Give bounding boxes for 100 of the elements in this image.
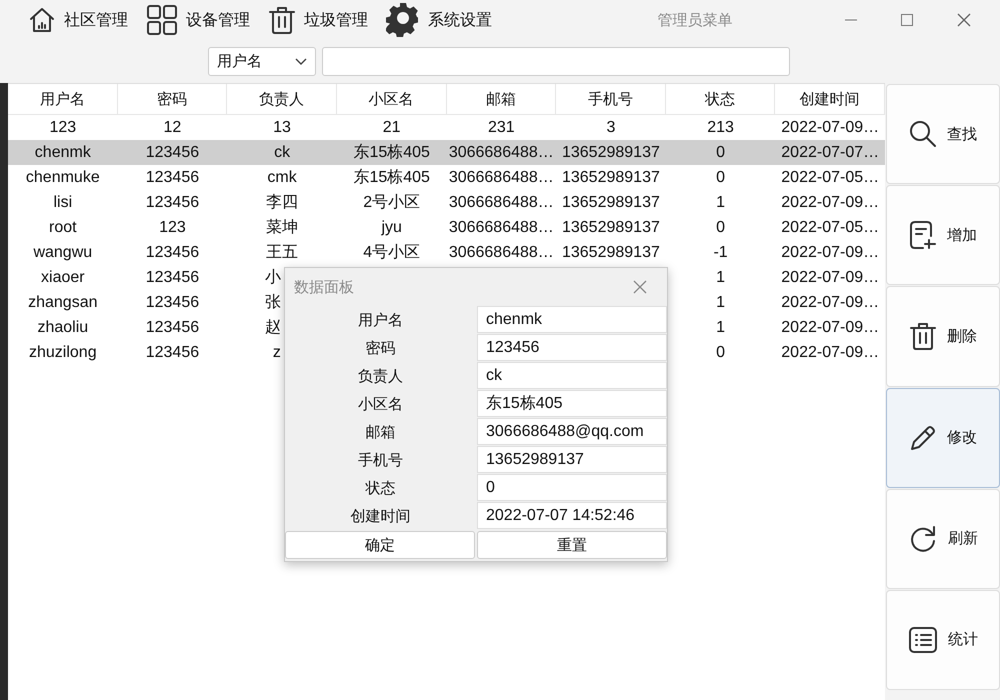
table-cell[interactable]: 东15栋405 — [336, 140, 446, 165]
table-cell[interactable]: 13652989137 — [556, 215, 666, 240]
table-cell[interactable]: 1 — [666, 265, 776, 290]
table-cell[interactable]: 3066686488… — [446, 190, 556, 215]
table-cell[interactable]: 123456 — [118, 165, 228, 190]
column-header[interactable]: 用户名 — [8, 84, 118, 114]
column-header[interactable]: 密码 — [118, 84, 228, 114]
table-cell[interactable]: zhaoliu — [8, 315, 118, 340]
table-cell[interactable]: zhangsan — [8, 290, 118, 315]
input-field[interactable]: ck — [477, 362, 667, 389]
table-cell[interactable]: -1 — [666, 240, 776, 265]
table-cell[interactable]: 123456 — [118, 340, 228, 365]
close-icon[interactable] — [957, 13, 971, 27]
table-cell[interactable]: 123456 — [118, 190, 228, 215]
table-cell[interactable]: ck — [227, 140, 337, 165]
dialog-button[interactable]: 确定 — [285, 531, 475, 559]
table-cell[interactable]: 13652989137 — [556, 165, 666, 190]
table-cell[interactable]: 3066686488… — [446, 140, 556, 165]
action-button[interactable]: 刷新 — [886, 488, 1000, 589]
table-cell[interactable]: 13652989137 — [556, 240, 666, 265]
action-button[interactable]: 查找 — [886, 84, 1000, 184]
table-cell[interactable]: 2022-07-09… — [775, 290, 885, 315]
table-cell[interactable]: chenmuke — [8, 165, 118, 190]
nav-menu-item[interactable]: 社区管理 — [28, 2, 128, 38]
input-field[interactable]: 0 — [477, 474, 667, 501]
table-cell[interactable]: 123456 — [118, 290, 228, 315]
table-cell[interactable]: 21 — [336, 115, 446, 140]
action-button[interactable]: 删除 — [886, 286, 1000, 387]
input-field[interactable]: 3066686488@qq.com — [477, 418, 667, 445]
table-cell[interactable]: 123456 — [118, 240, 228, 265]
table-cell[interactable]: 123 — [8, 115, 118, 140]
table-cell[interactable]: 2022-07-05… — [775, 165, 885, 190]
dialog-button[interactable]: 重置 — [477, 531, 667, 559]
table-cell[interactable]: 3066686488… — [446, 165, 556, 190]
nav-menu-item[interactable]: 设备管理 — [146, 2, 250, 38]
table-cell[interactable]: 13 — [227, 115, 337, 140]
table-cell[interactable]: 123456 — [118, 140, 228, 165]
close-icon[interactable] — [633, 280, 647, 294]
column-header[interactable]: 负责人 — [227, 84, 337, 114]
input-field[interactable]: 13652989137 — [477, 446, 667, 473]
table-cell[interactable]: 2022-07-09… — [775, 315, 885, 340]
table-cell[interactable]: 123 — [118, 215, 228, 240]
table-cell[interactable]: 张 — [227, 290, 281, 315]
table-cell[interactable]: jyu — [336, 215, 446, 240]
table-cell[interactable]: 2022-07-09… — [775, 190, 885, 215]
table-cell[interactable]: zhuzilong — [8, 340, 118, 365]
table-cell[interactable]: wangwu — [8, 240, 118, 265]
table-cell[interactable]: z — [227, 340, 281, 365]
table-cell[interactable]: 菜坤 — [227, 215, 337, 240]
table-cell[interactable]: chenmk — [8, 140, 118, 165]
table-cell[interactable]: lisi — [8, 190, 118, 215]
input-field[interactable]: chenmk — [477, 306, 667, 333]
table-cell[interactable]: 3066686488… — [446, 240, 556, 265]
table-cell[interactable]: 赵 — [227, 315, 281, 340]
table-cell[interactable]: 231 — [446, 115, 556, 140]
table-cell[interactable]: 123456 — [118, 265, 228, 290]
table-cell[interactable]: 李四 — [227, 190, 337, 215]
minimize-icon[interactable] — [845, 19, 857, 21]
table-cell[interactable]: 2022-07-05… — [775, 215, 885, 240]
table-cell[interactable]: 4号小区 — [336, 240, 446, 265]
search-field[interactable] — [322, 47, 790, 76]
table-cell[interactable]: 2022-07-09… — [775, 265, 885, 290]
table-cell[interactable]: 13652989137 — [556, 140, 666, 165]
table-cell[interactable]: 0 — [666, 165, 776, 190]
table-cell[interactable]: 1 — [666, 315, 776, 340]
table-cell[interactable]: xiaoer — [8, 265, 118, 290]
field-dropdown[interactable]: 用户名 — [208, 47, 316, 76]
column-header[interactable]: 小区名 — [336, 84, 446, 114]
table-cell[interactable]: 东15栋405 — [336, 165, 446, 190]
table-cell[interactable]: 小 — [227, 265, 281, 290]
input-field[interactable]: 123456 — [477, 334, 667, 361]
table-cell[interactable]: 王五 — [227, 240, 337, 265]
table-cell[interactable]: 0 — [666, 140, 776, 165]
input-field[interactable]: 东15栋405 — [477, 390, 667, 417]
action-button[interactable]: 增加 — [886, 185, 1000, 286]
maximize-icon[interactable] — [901, 14, 913, 26]
input-field[interactable]: 2022-07-07 14:52:46 — [477, 502, 667, 529]
table-cell[interactable]: 0 — [666, 215, 776, 240]
nav-menu-item[interactable]: 系统设置 — [386, 2, 492, 38]
table-cell[interactable]: 2022-07-09… — [775, 240, 885, 265]
nav-menu-item[interactable]: 垃圾管理 — [268, 2, 368, 38]
action-button[interactable]: 统计 — [886, 590, 1000, 690]
table-cell[interactable]: 12 — [118, 115, 228, 140]
table-cell[interactable]: 2022-07-09… — [775, 115, 885, 140]
table-cell[interactable]: 1 — [666, 290, 776, 315]
table-cell[interactable]: 13652989137 — [556, 190, 666, 215]
table-cell[interactable]: 1 — [666, 190, 776, 215]
table-cell[interactable]: 123456 — [118, 315, 228, 340]
table-cell[interactable]: 2022-07-09… — [775, 340, 885, 365]
column-header[interactable]: 创建时间 — [775, 84, 885, 114]
table-cell[interactable]: 2022-07-07… — [775, 140, 885, 165]
table-cell[interactable]: 3 — [556, 115, 666, 140]
column-header[interactable]: 状态 — [666, 84, 776, 114]
action-button[interactable]: 修改 — [886, 388, 1000, 488]
column-header[interactable]: 邮箱 — [446, 84, 556, 114]
table-cell[interactable]: cmk — [227, 165, 337, 190]
table-cell[interactable]: 0 — [666, 340, 776, 365]
table-cell[interactable]: 2号小区 — [336, 190, 446, 215]
table-cell[interactable]: 3066686488… — [446, 215, 556, 240]
table-cell[interactable]: 213 — [666, 115, 776, 140]
